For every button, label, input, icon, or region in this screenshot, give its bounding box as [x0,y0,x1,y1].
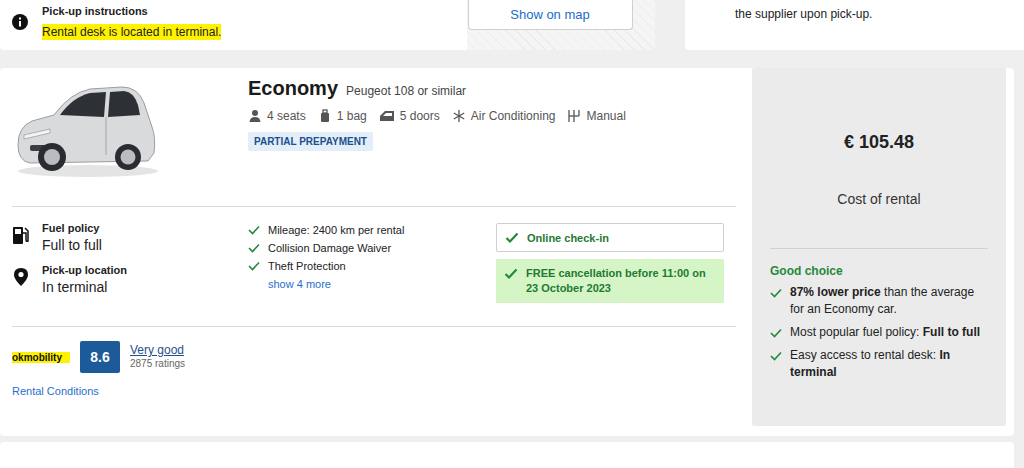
check-icon [248,243,260,253]
check-icon [248,261,260,271]
check-icon [248,225,260,235]
results-page: Pick-up instructions Rental desk is locat… [0,0,1024,468]
online-checkin: Online check-in [496,223,724,252]
check-icon [770,351,782,361]
check-icon [505,232,519,244]
door-icon [379,109,395,123]
location-pin-icon [12,267,30,287]
map-area: Show on map [467,0,655,50]
free-cancellation: FREE cancellation before 11:00 on 23 Oct… [496,259,724,303]
feature-item: 1 bag [318,109,367,123]
top-row: Pick-up instructions Rental desk is locat… [0,0,1024,50]
rental-conditions-link[interactable]: Rental Conditions [12,385,752,397]
offer-main: Economy Peugeot 108 or similar 4 seats 1 ba… [0,68,752,436]
next-offer-card [0,442,1014,468]
detail-value: Full to full [42,235,102,255]
detail-item: Fuel policyFull to full [12,221,248,255]
bag-icon [318,109,332,123]
rating-label[interactable]: Very good [130,343,185,357]
feature-list: 4 seats 1 bag 5 doors Air Conditioning Manua… [248,109,626,123]
pickup-heading: Pick-up instructions [42,4,221,18]
pickup-text: Rental desk is located in terminal. [42,24,221,40]
snowflake-icon [452,109,466,123]
car-image [0,68,248,206]
rating-count: 2875 ratings [130,357,185,371]
side-note-text: the supplier upon pick-up. [735,7,1024,21]
offer-card: Economy Peugeot 108 or similar 4 seats 1 ba… [0,68,1014,436]
prepayment-badge: PARTIAL PREPAYMENT [248,132,373,151]
divider [12,326,736,327]
inclusion-item: Collision Damage Waiver [248,239,496,257]
detail-value: In terminal [42,277,127,297]
reason-item: Easy access to rental desk: In terminal [770,347,988,381]
detail-item: Pick-up locationIn terminal [12,263,248,297]
show-more-link[interactable]: show 4 more [268,275,496,293]
check-icon [770,328,782,338]
divider [770,248,988,249]
side-note-card: the supplier upon pick-up. [685,0,1024,50]
pickup-card: Pick-up instructions Rental desk is locat… [0,0,655,50]
feature-item: Manual [567,109,625,123]
detail-label: Pick-up location [42,263,127,277]
check-icon [770,288,782,298]
feature-item: 5 doors [379,109,440,123]
divider [12,206,736,207]
gearshift-icon [567,109,581,123]
supplier-row: okmobility 8.6 Very good2875 ratings [0,327,752,373]
price-label: Cost of rental [770,191,988,207]
car-icon [10,75,160,180]
car-model: Peugeot 108 or similar [346,84,466,98]
feature-item: Air Conditioning [452,109,556,123]
detail-label: Fuel policy [42,221,102,235]
reason-item: Most popular fuel policy: Full to full [770,324,988,341]
verdict: Good choice [770,264,988,278]
person-icon [248,109,262,123]
price-panel: € 105.48 Cost of rental Good choice 87% low… [752,68,1006,426]
inclusion-item: Theft Protection [248,257,496,275]
show-on-map-button[interactable]: Show on map [468,0,633,30]
check-icon [504,268,518,280]
reason-item: 87% lower price than the average for an … [770,284,988,318]
inclusion-item: Mileage: 2400 km per rental [248,221,496,239]
car-category: Economy [248,77,338,100]
info-icon [12,14,28,30]
price-amount: € 105.48 [770,132,988,153]
rating-score: 8.6 [80,341,120,373]
supplier-logo: okmobility [12,352,70,363]
feature-item: 4 seats [248,109,306,123]
pickup-info: Pick-up instructions Rental desk is locat… [0,0,221,50]
fuel-pump-icon [12,225,30,245]
